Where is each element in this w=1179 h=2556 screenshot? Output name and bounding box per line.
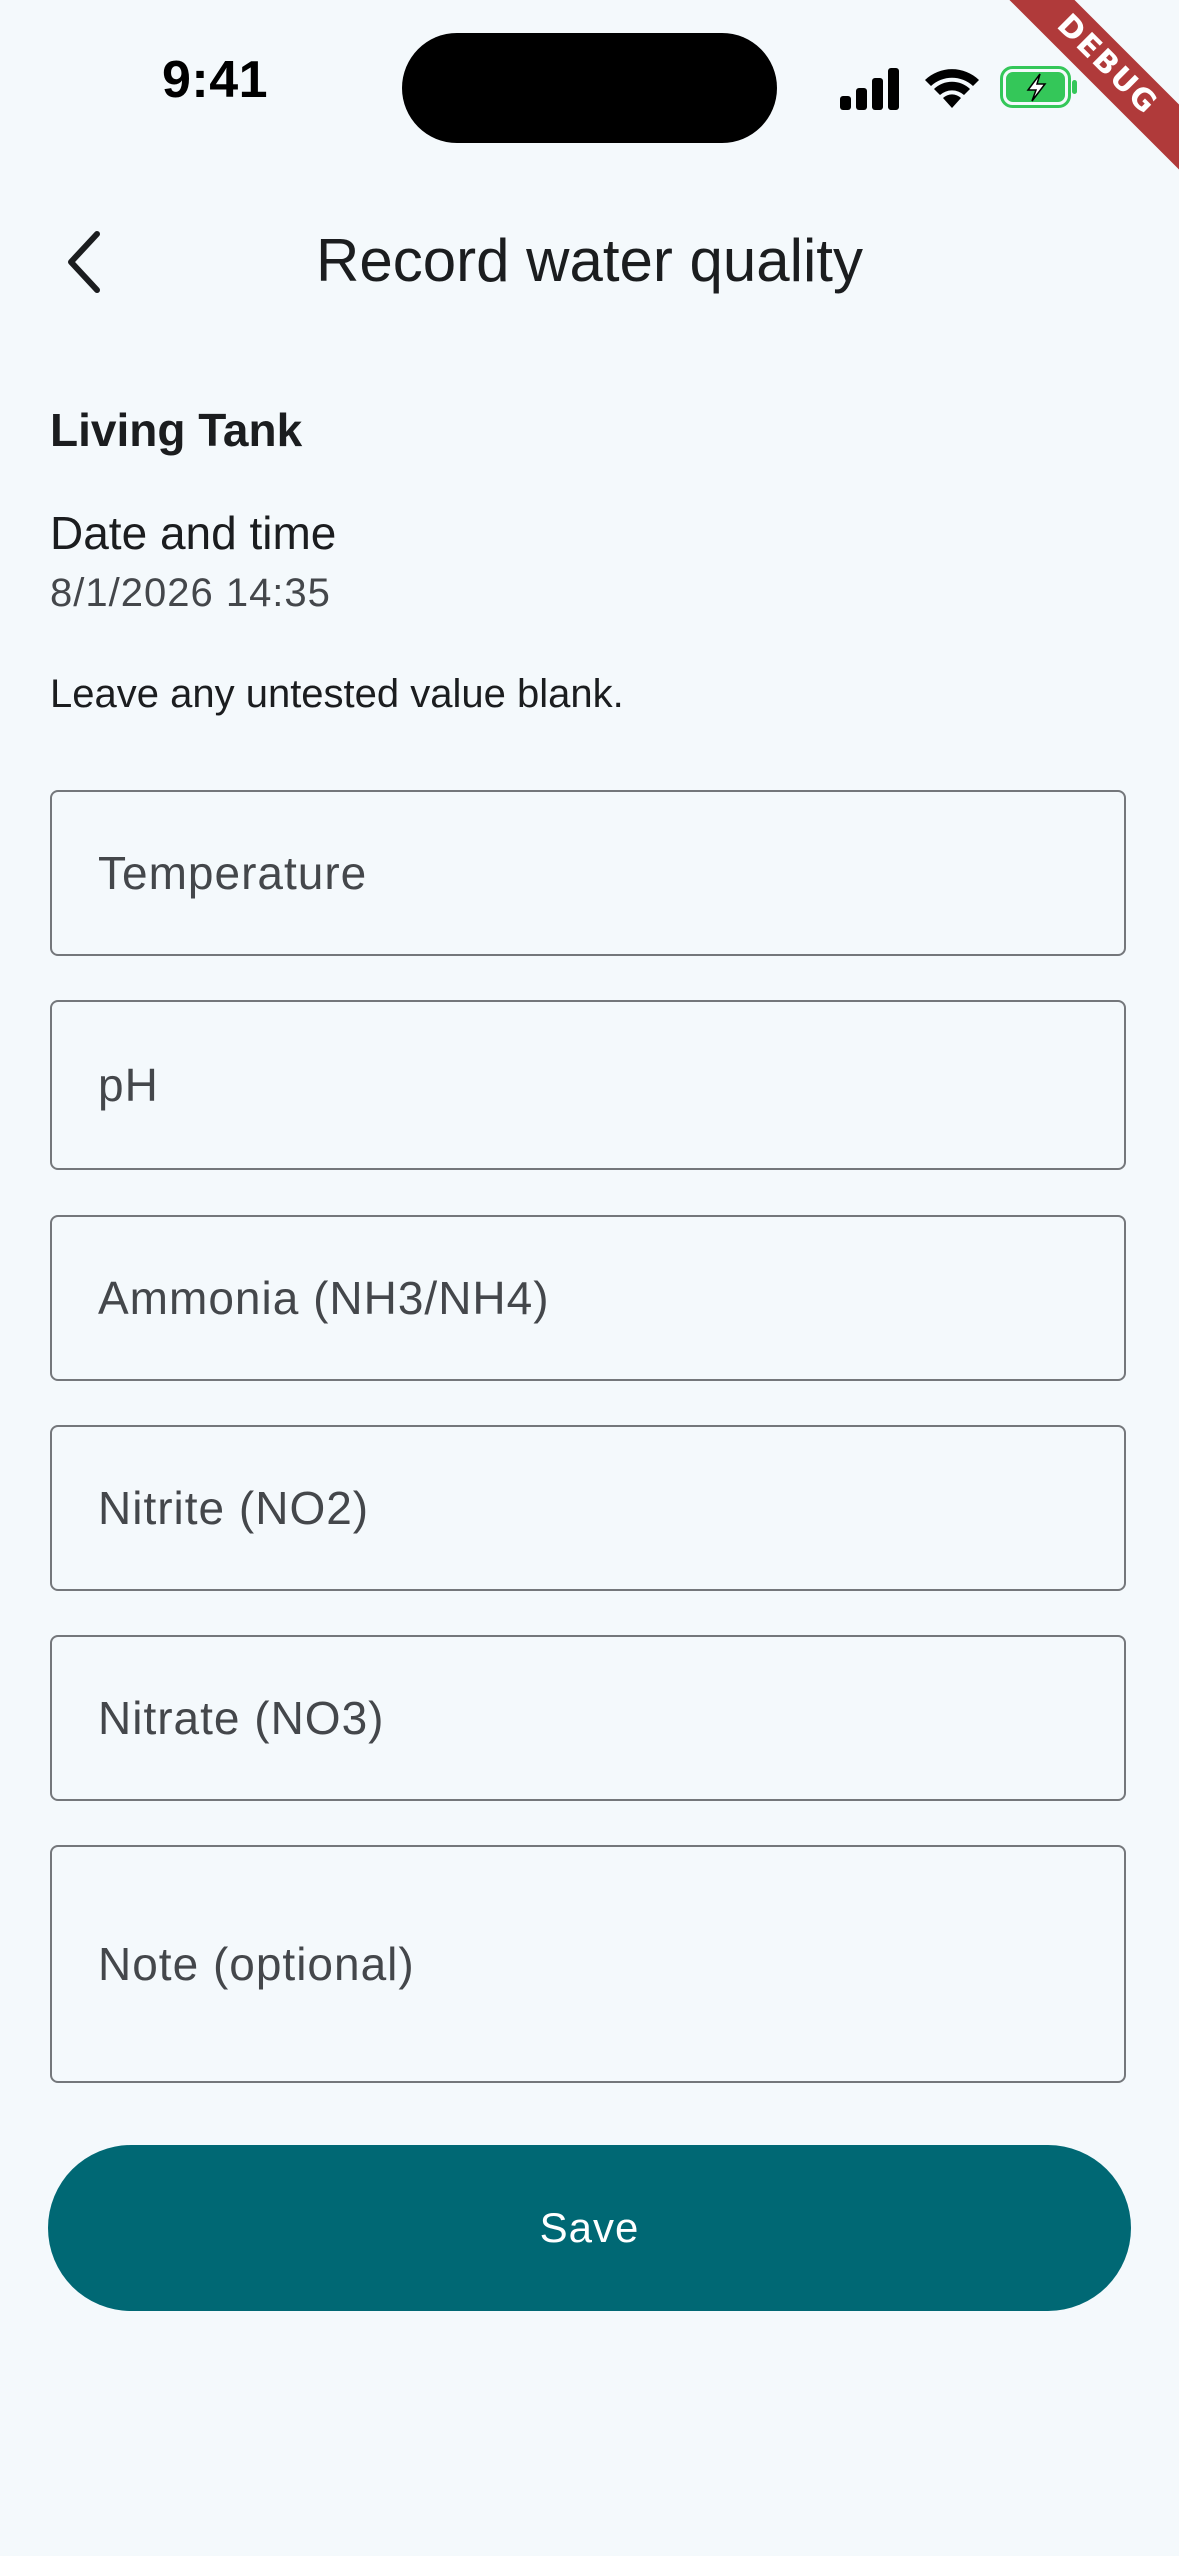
signal-icon [840,68,899,110]
save-button[interactable]: Save [48,2145,1131,2311]
tank-name: Living Tank [50,404,303,456]
temperature-field[interactable]: Temperature [50,790,1126,956]
date-time-value[interactable]: 8/1/2026 14:35 [50,567,1130,619]
form-header: Living Tank Date and time 8/1/2026 14:35… [50,395,1130,719]
wifi-icon [925,69,979,108]
nitrite-field[interactable]: Nitrite (NO2) [50,1425,1126,1591]
ph-field[interactable]: pH [50,1000,1126,1170]
note-placeholder: Note (optional) [98,1938,415,1990]
status-bar: 9:41 [0,0,1179,160]
date-time-label: Date and time [50,507,337,559]
status-time: 9:41 [161,51,269,109]
nitrate-placeholder: Nitrate (NO3) [98,1692,385,1744]
nitrite-placeholder: Nitrite (NO2) [98,1482,370,1534]
app-bar: Record water quality [0,200,1179,325]
ammonia-placeholder: Ammonia (NH3/NH4) [98,1272,550,1324]
nitrate-field[interactable]: Nitrate (NO3) [50,1635,1126,1801]
page-title: Record water quality [316,227,863,294]
note-field[interactable]: Note (optional) [50,1845,1126,2083]
battery-charging-icon [1000,66,1077,108]
hint-text: Leave any untested value blank. [50,672,624,716]
temperature-placeholder: Temperature [98,847,368,899]
status-icons [840,64,1080,114]
dynamic-island [402,33,777,143]
ph-placeholder: pH [98,1059,159,1111]
save-button-label: Save [539,2204,640,2251]
ammonia-field[interactable]: Ammonia (NH3/NH4) [50,1215,1126,1381]
